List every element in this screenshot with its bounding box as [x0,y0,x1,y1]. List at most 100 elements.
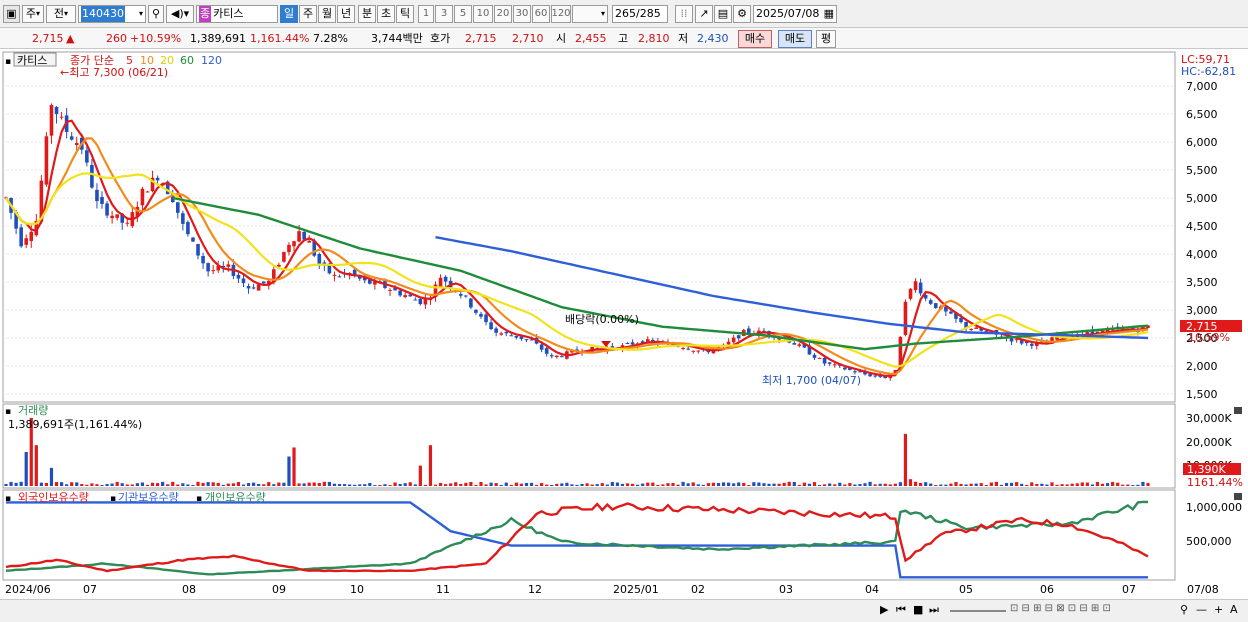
time-label: 2025/01 [613,583,659,596]
volume-bar [696,484,700,486]
holdings-panel-close-icon[interactable] [1234,493,1242,500]
candle-body [903,301,908,335]
interval-20[interactable]: 20 [494,5,512,23]
count-total: /285 [636,7,661,20]
period-second[interactable]: 초 [377,5,395,23]
volume-bar [534,484,539,486]
holdings-panel-menu-icon[interactable]: ▪ [5,494,11,504]
up-arrow-icon: ▲ [66,32,75,45]
volume-bar [59,482,64,486]
indicator-tools-icon[interactable]: ⊡ ⊟ ⊞ ⊟ ⊠ ⊡ ⊟ ⊞ ⊡ [1010,603,1111,614]
candle-body [181,213,185,224]
candle-body [398,290,402,296]
volume-bar [565,482,569,486]
candle-body [686,348,690,350]
ruler-icon[interactable]: ⁞⁞ [675,5,693,23]
volume-bar [110,483,114,486]
stop-icon[interactable]: ■ [913,603,923,616]
change-percent: +10.59% [130,32,182,45]
candle-body [843,367,847,370]
font-size-icon[interactable]: A [1230,603,1238,616]
high-marker: ←최고 7,300 (06/21) [60,66,168,79]
zoom-out-icon[interactable]: — [1196,603,1207,616]
price-tick: 6,500 [1186,108,1218,121]
volume-bar [570,484,574,486]
candle-body [681,347,685,349]
period-day[interactable]: 일 [280,5,298,23]
speaker-icon[interactable]: ◀)▾ [166,5,194,23]
volume-bar [408,482,412,486]
interval-60[interactable]: 60 [532,5,550,23]
scroll-slider[interactable] [950,610,1006,612]
forward-icon[interactable]: ⏭ [929,603,939,617]
volume-bar [716,482,721,486]
volume-bar [681,481,685,486]
gear-icon[interactable]: ⚙ [733,5,751,23]
volume-bar [838,482,842,486]
interval-3[interactable]: 3 [435,5,453,23]
interval-10[interactable]: 10 [473,5,493,23]
zoom-in-icon[interactable]: + [1214,603,1223,616]
foreign-legend: 외국인보유수량 [18,491,89,504]
candle-body [69,136,74,140]
date-field[interactable]: 2025/07/08 ▦ [753,5,837,23]
sell-button[interactable]: 매도 [778,30,812,48]
menu-icon[interactable]: ▣ [3,5,20,23]
volume-bar [140,482,145,486]
custom-interval-select[interactable]: ▾ [572,5,608,23]
eval-button[interactable]: 평 [816,30,836,48]
stock-tag: 카티스 [17,54,47,67]
volume-bar [873,484,877,486]
calendar-icon[interactable]: ▦ [824,6,834,22]
interval-120[interactable]: 120 [551,5,571,23]
volume-bar [388,485,392,486]
volume-panel [2,403,1176,489]
save-icon[interactable]: ▤ [714,5,732,23]
candle-body [731,337,736,343]
volume-panel-close-icon[interactable] [1234,407,1242,414]
period-month[interactable]: 월 [318,5,336,23]
volume-bar [934,484,938,486]
play-icon[interactable]: ▶ [880,603,888,616]
candle-body [54,106,59,115]
search-icon[interactable]: ⚲ [148,5,164,23]
holdings-tick-1000000: 1,000,000 [1186,501,1242,514]
volume-bar [449,483,453,486]
period-tick[interactable]: 틱 [396,5,414,23]
ma60-label: 60 [180,54,194,67]
interval-1[interactable]: 1 [418,5,434,23]
market-select[interactable]: 주 ▾ [22,5,44,23]
chart-area[interactable]: 7,000 6,500 6,000 5,500 5,000 4,500 4,000 3,500… [0,50,1248,605]
volume-bar [590,484,594,486]
time-label: 03 [779,583,793,596]
volume-bar [49,467,54,486]
code-input[interactable]: 140430 ▾ [78,5,146,23]
period-year[interactable]: 년 [337,5,355,23]
count-field[interactable]: 265/285 [612,5,668,23]
volume-bar [1126,484,1130,486]
candle-body [241,278,246,284]
rewind-icon[interactable]: ⏮ [896,603,906,617]
volume-bar [929,483,933,486]
draw-tool-icon[interactable]: ↗ [695,5,713,23]
buy-button[interactable]: 매수 [738,30,772,48]
volume-bar [550,484,554,486]
volume-bar [186,484,190,486]
volume-bar [287,456,291,486]
volume-bar [120,483,124,486]
stock-name-field[interactable]: 종 카티스 [196,5,278,23]
interval-30[interactable]: 30 [513,5,531,23]
interval-5[interactable]: 5 [454,5,472,23]
candle-body [201,255,205,264]
panel-menu-icon[interactable]: ▪ [5,57,11,67]
period-week[interactable]: 주 [299,5,317,23]
volume-bar [246,483,251,486]
prev-select[interactable]: 전 ▾ [46,5,76,23]
volume-bar [1004,482,1009,486]
period-minute[interactable]: 분 [358,5,376,23]
zoom-search-icon[interactable]: ⚲ [1180,603,1188,616]
volume-panel-menu-icon[interactable]: ▪ [5,407,11,417]
volume-bar [115,481,119,486]
time-label: 10 [350,583,364,596]
volume-bar [444,484,448,486]
